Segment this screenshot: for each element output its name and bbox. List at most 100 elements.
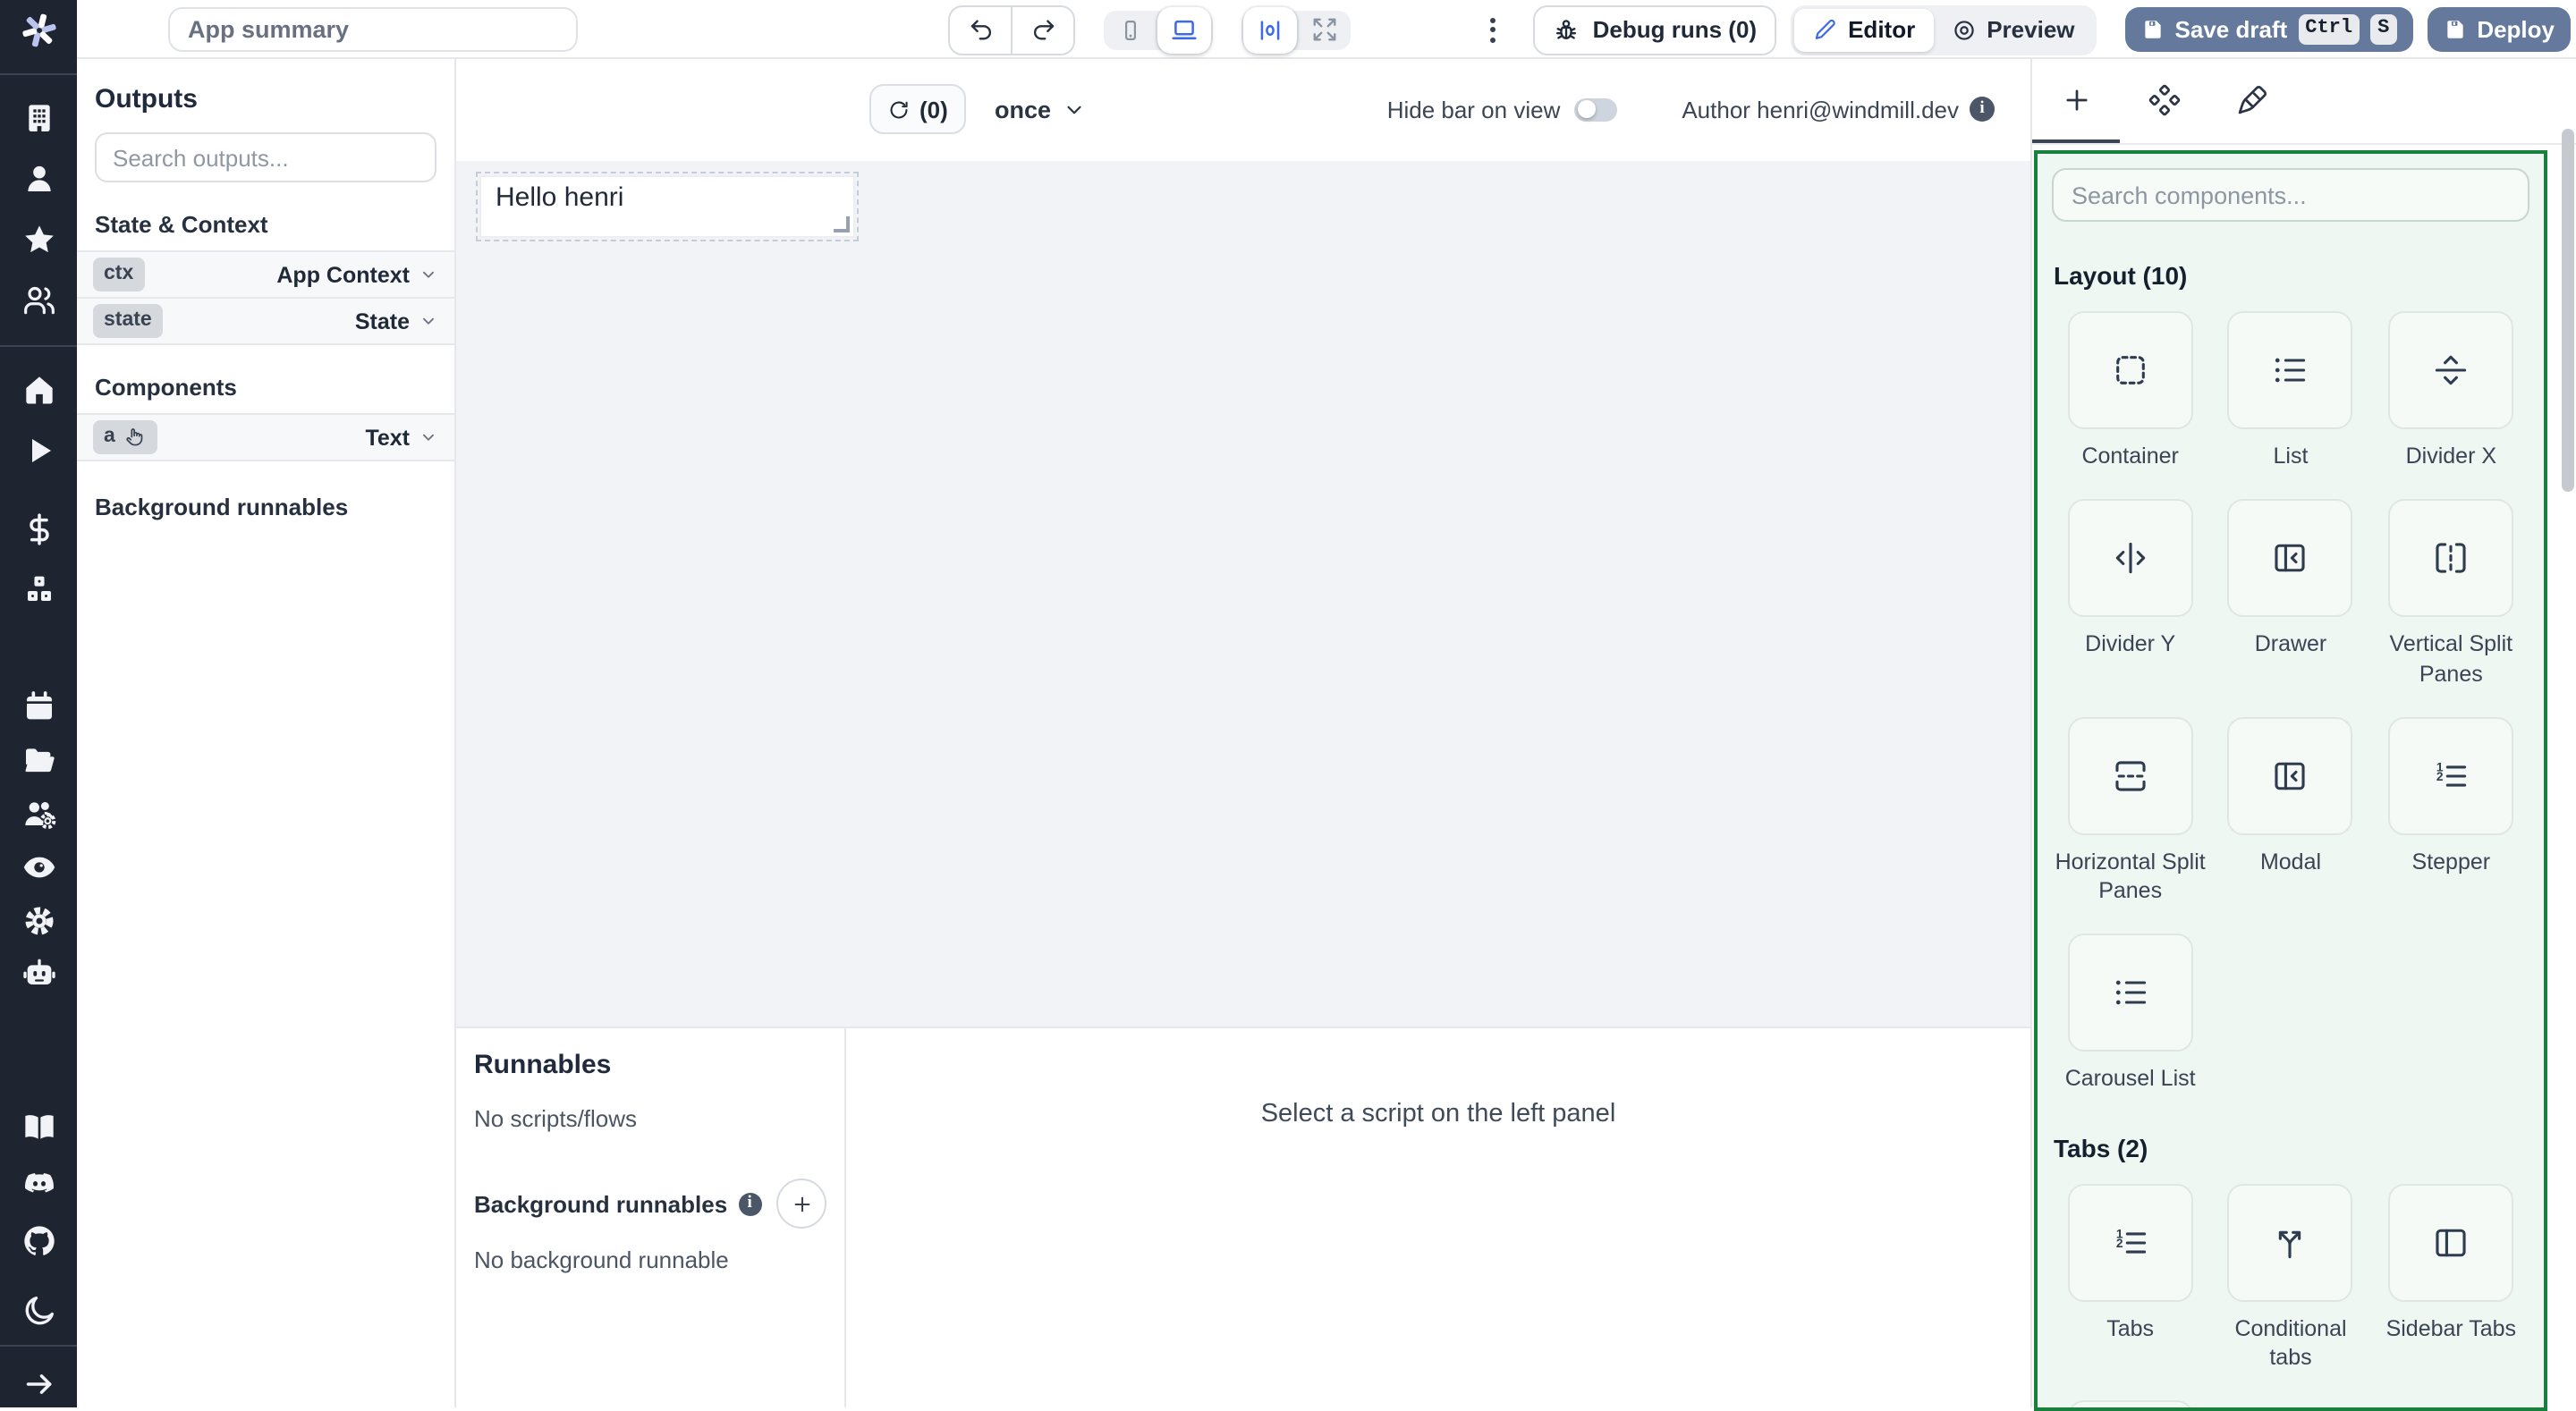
search-outputs-input[interactable] xyxy=(95,132,436,182)
center-align-button[interactable] xyxy=(1243,6,1297,53)
play-icon[interactable] xyxy=(21,433,56,469)
app-summary-input[interactable] xyxy=(168,7,578,52)
component-card-sidebar-tabs[interactable] xyxy=(2388,1183,2513,1301)
output-row-state[interactable]: state State xyxy=(77,299,454,345)
calendar-icon xyxy=(21,689,56,724)
component-card-drawer[interactable] xyxy=(2228,500,2353,618)
dollar-sign-icon[interactable] xyxy=(21,511,56,547)
building-icon[interactable] xyxy=(21,100,56,136)
tab-components-diamonds[interactable] xyxy=(2120,59,2207,143)
eye-icon[interactable] xyxy=(21,849,56,885)
outputs-title: Outputs xyxy=(95,84,436,114)
component-card-divider-x[interactable] xyxy=(2388,311,2513,429)
refresh-runs-button[interactable]: (0) xyxy=(869,84,966,134)
debug-runs-button[interactable]: Debug runs (0) xyxy=(1534,4,1776,55)
script-editor-placeholder: Select a script on the left panel xyxy=(846,1029,2030,1407)
user-icon[interactable] xyxy=(21,161,56,197)
output-row-component-a[interactable]: a Text xyxy=(77,415,454,461)
undo-redo-group xyxy=(948,4,1075,55)
boxes-icon[interactable] xyxy=(21,572,56,608)
bot-icon xyxy=(21,957,56,993)
chevron-down-icon[interactable] xyxy=(419,265,438,284)
book-open-icon xyxy=(21,1109,56,1145)
windmill-logo-icon[interactable] xyxy=(17,9,60,52)
no-scripts-label: No scripts/flows xyxy=(474,1106,826,1133)
users-settings-icon[interactable] xyxy=(21,796,56,832)
resize-handle[interactable] xyxy=(834,216,850,232)
component-label: Container xyxy=(2081,442,2178,471)
app-canvas[interactable]: Hello henri xyxy=(456,161,2030,1027)
users-icon[interactable] xyxy=(21,283,56,318)
center-align-icon xyxy=(1256,15,1284,44)
components-diamonds-icon xyxy=(2148,83,2180,115)
search-components-input[interactable] xyxy=(2052,168,2529,222)
canvas-column: (0) once Hide bar on view Author henri@w… xyxy=(456,59,2030,1407)
component-card-conditional-tabs[interactable] xyxy=(2228,1183,2353,1301)
background-runnables-heading: Background runnables xyxy=(95,494,436,520)
component-sections: Layout (10)ContainerListDivider XDivider… xyxy=(2038,236,2544,1411)
folder-open-icon[interactable] xyxy=(21,742,56,778)
output-row-ctx[interactable]: ctx App Context xyxy=(77,252,454,299)
settings-gear-icon[interactable] xyxy=(21,903,56,939)
add-background-runnable-button[interactable] xyxy=(776,1179,826,1229)
component-card-stepper[interactable]: 12 xyxy=(2388,717,2513,835)
fullscreen-button[interactable] xyxy=(1299,12,1349,47)
editor-tab[interactable]: Editor xyxy=(1794,8,1933,51)
component-card-invisible-tabs[interactable] xyxy=(2068,1400,2193,1411)
component-card-vertical-split[interactable] xyxy=(2388,500,2513,618)
component-type-label: Text xyxy=(365,425,410,450)
component-item-vertical-split: Vertical Split Panes xyxy=(2375,500,2528,689)
author-label: Author henri@windmill.dev xyxy=(1682,96,1959,123)
tab-plus[interactable] xyxy=(2032,59,2120,143)
run-mode-dropdown[interactable]: once xyxy=(995,84,1085,134)
boxes-icon xyxy=(21,572,56,608)
grid-cell-text-component[interactable]: Hello henri xyxy=(476,172,859,241)
component-card-modal[interactable] xyxy=(2228,717,2353,835)
mobile-view-button[interactable] xyxy=(1106,12,1156,47)
scrollbar-thumb[interactable] xyxy=(2562,129,2574,492)
smartphone-icon xyxy=(1118,17,1143,42)
info-icon[interactable]: i xyxy=(738,1193,761,1216)
users-settings-icon xyxy=(21,796,56,832)
runnables-title: Runnables xyxy=(474,1051,826,1081)
arrow-right-icon xyxy=(21,1366,56,1402)
component-card-tabs[interactable]: 12 xyxy=(2068,1183,2193,1301)
component-label: Horizontal Split Panes xyxy=(2054,848,2207,906)
bot-icon[interactable] xyxy=(21,957,56,993)
home-icon[interactable] xyxy=(21,372,56,408)
undo-button[interactable] xyxy=(950,6,1011,53)
hide-bar-toggle[interactable] xyxy=(1574,97,1617,121)
arrow-right-icon[interactable] xyxy=(21,1366,56,1402)
component-card-list[interactable] xyxy=(2228,311,2353,429)
component-id-badge: a xyxy=(104,423,115,452)
rail-group-resources xyxy=(0,608,77,993)
component-card-divider-y[interactable] xyxy=(2068,500,2193,618)
component-card-horizontal-split[interactable] xyxy=(2068,717,2193,835)
preview-tab[interactable]: Preview xyxy=(1933,8,2092,51)
text-component[interactable]: Hello henri xyxy=(479,175,855,238)
chevron-down-icon[interactable] xyxy=(419,427,438,447)
moon-icon[interactable] xyxy=(21,1293,56,1329)
component-library: Layout (10)ContainerListDivider XDivider… xyxy=(2034,150,2547,1411)
tab-paintbrush[interactable] xyxy=(2207,59,2295,143)
component-card-container[interactable] xyxy=(2068,311,2193,429)
discord-icon[interactable] xyxy=(21,1166,56,1202)
pencil-icon xyxy=(1812,17,1837,42)
redo-button[interactable] xyxy=(1011,6,1073,53)
star-icon xyxy=(21,222,56,258)
more-menu-button[interactable] xyxy=(1477,17,1509,42)
chevron-down-icon[interactable] xyxy=(419,311,438,331)
component-card-carousel-list[interactable] xyxy=(2068,934,2193,1052)
carousel-list-icon xyxy=(2111,974,2150,1013)
deploy-button[interactable]: Deploy xyxy=(2427,7,2571,52)
component-label: List xyxy=(2274,442,2309,471)
github-icon[interactable] xyxy=(21,1223,56,1259)
calendar-icon[interactable] xyxy=(21,689,56,724)
info-icon[interactable]: i xyxy=(1970,97,1995,122)
save-draft-button[interactable]: Save draft Ctrl S xyxy=(2125,7,2413,52)
desktop-view-button[interactable] xyxy=(1157,6,1211,53)
book-open-icon[interactable] xyxy=(21,1109,56,1145)
horizontal-split-icon xyxy=(2111,756,2150,796)
star-icon[interactable] xyxy=(21,222,56,258)
component-item-container: Container xyxy=(2054,311,2207,471)
